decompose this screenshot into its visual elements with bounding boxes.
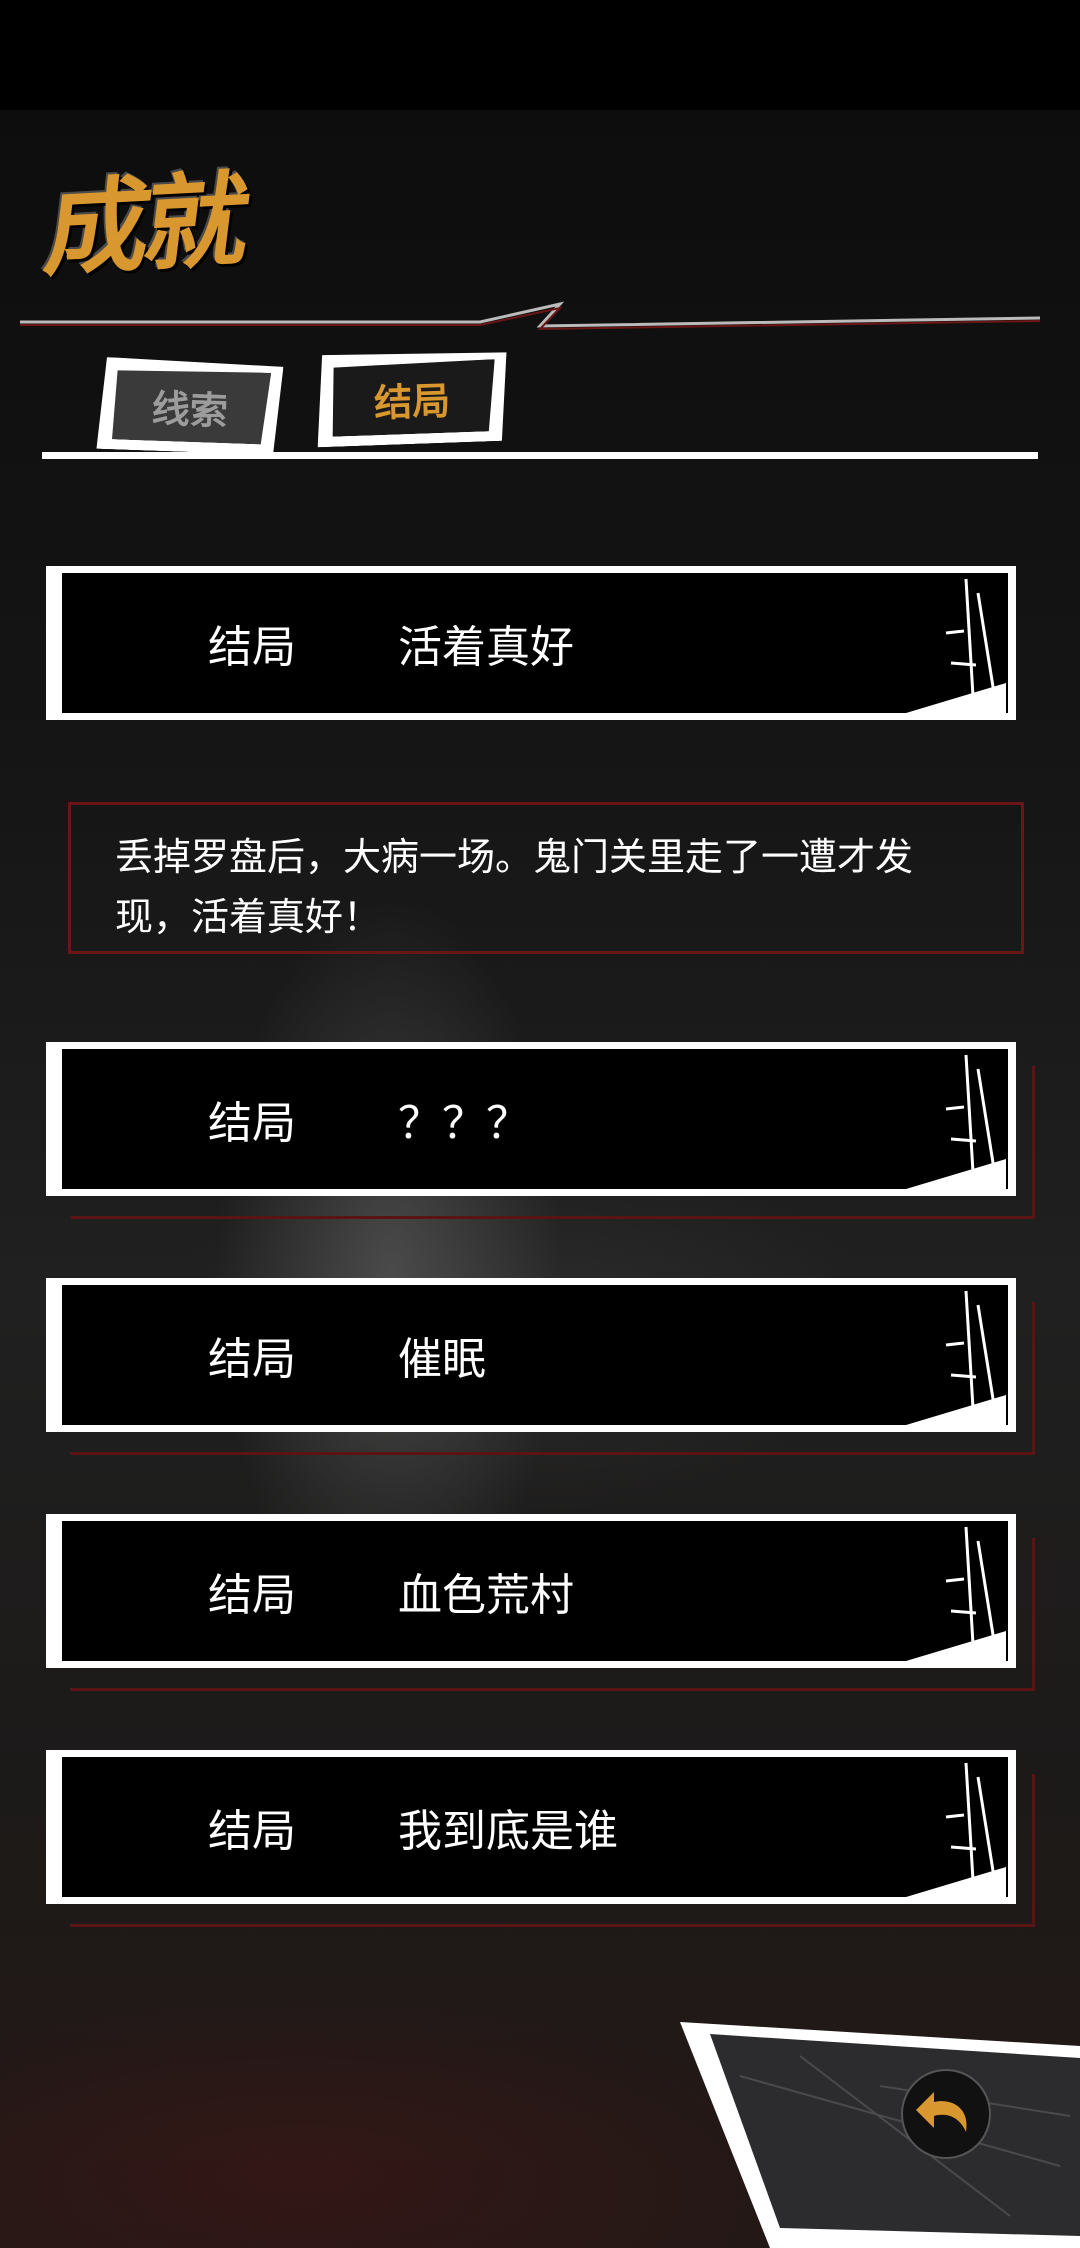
scratch-decoration-icon xyxy=(906,1526,1006,1661)
scratch-decoration-icon xyxy=(906,1054,1006,1189)
tab-ending-label: 结局 xyxy=(327,359,497,437)
ending-label: 结局 xyxy=(208,1570,296,1621)
ending-title: 催眠 xyxy=(398,1334,486,1385)
ending-card-inner: 结局 ？？？ xyxy=(62,1049,1008,1189)
title-divider xyxy=(20,301,1041,331)
tab-clues-label: 线索 xyxy=(109,367,271,445)
ending-title: 血色荒村 xyxy=(398,1570,574,1621)
tab-clues[interactable]: 线索 xyxy=(96,357,283,455)
ending-label: 结局 xyxy=(208,1334,296,1385)
ending-card-inner: 结局 活着真好 xyxy=(62,573,1008,713)
ending-title: 活着真好 xyxy=(398,622,574,673)
ending-card[interactable]: 结局 活着真好 xyxy=(46,566,1016,720)
scratch-decoration-icon xyxy=(906,1290,1006,1425)
ending-label: 结局 xyxy=(208,1806,296,1857)
ending-card[interactable]: 结局 血色荒村 xyxy=(46,1514,1016,1668)
top-bar xyxy=(0,0,1080,110)
scratch-decoration-icon xyxy=(906,1762,1006,1897)
ending-card[interactable]: 结局 催眠 xyxy=(46,1278,1016,1432)
back-button-panel[interactable] xyxy=(680,2016,1080,2248)
back-arrow-icon[interactable] xyxy=(900,2068,992,2160)
ending-card-inner: 结局 催眠 xyxy=(62,1285,1008,1425)
scratch-decoration-icon xyxy=(906,578,1006,713)
ending-title: 我到底是谁 xyxy=(398,1806,618,1857)
ending-card-inner: 结局 血色荒村 xyxy=(62,1521,1008,1661)
ending-card-inner: 结局 我到底是谁 xyxy=(62,1757,1008,1897)
ending-card[interactable]: 结局 ？？？ xyxy=(46,1042,1016,1196)
tab-underline xyxy=(42,452,1038,459)
ending-title: ？？？ xyxy=(398,1098,530,1149)
ending-label: 结局 xyxy=(208,622,296,673)
ending-description: 丢掉罗盘后，大病一场。鬼门关里走了一遭才发现，活着真好！ xyxy=(68,802,1024,954)
ending-card[interactable]: 结局 我到底是谁 xyxy=(46,1750,1016,1904)
page-title: 成就 xyxy=(38,158,252,292)
tab-ending[interactable]: 结局 xyxy=(314,349,509,448)
ending-label: 结局 xyxy=(208,1098,296,1149)
